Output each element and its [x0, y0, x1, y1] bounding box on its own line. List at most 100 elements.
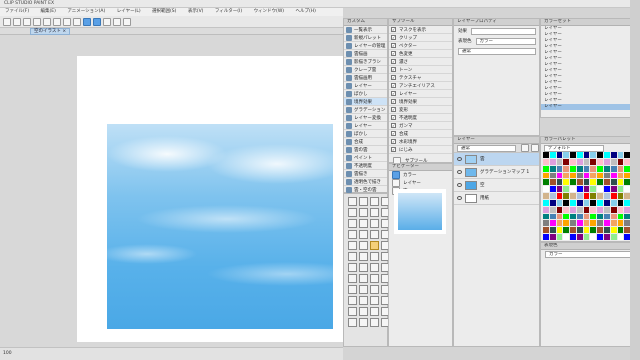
- color-swatch[interactable]: [563, 179, 570, 186]
- tool-button-icon[interactable]: [359, 307, 368, 316]
- color-swatch[interactable]: [583, 220, 590, 227]
- color-swatch[interactable]: [576, 206, 583, 213]
- color-swatch[interactable]: [597, 193, 604, 199]
- toolprop-row[interactable]: ✓ 合成: [389, 130, 452, 138]
- color-swatch[interactable]: [617, 172, 624, 179]
- snap-icon[interactable]: [113, 17, 121, 26]
- redo-button[interactable]: [43, 17, 51, 26]
- tool-button-icon[interactable]: [370, 274, 379, 283]
- subtool-item[interactable]: 雲描画用: [344, 74, 387, 82]
- menu-file[interactable]: ファイル(F): [5, 8, 29, 16]
- color-swatch[interactable]: [597, 165, 604, 172]
- subtool-item[interactable]: レイヤーの管理: [344, 42, 387, 50]
- color-swatch[interactable]: [556, 152, 563, 158]
- layer-icon[interactable]: [392, 179, 400, 187]
- color-swatch[interactable]: [583, 152, 590, 158]
- color-swatch[interactable]: [617, 199, 624, 206]
- eye-icon[interactable]: [457, 157, 462, 161]
- color-swatch[interactable]: [610, 186, 617, 193]
- checkbox[interactable]: ✓: [391, 67, 396, 72]
- color-swatch[interactable]: [617, 186, 624, 193]
- color-swatch[interactable]: [543, 179, 549, 186]
- color-swatch[interactable]: [556, 186, 563, 193]
- sky-illustration[interactable]: [107, 124, 333, 329]
- color-swatch[interactable]: [570, 220, 576, 227]
- color-swatch[interactable]: [563, 206, 570, 213]
- toolprop-row[interactable]: ✓ にじみ: [389, 146, 452, 154]
- color-swatch[interactable]: [570, 179, 576, 186]
- color-swatch[interactable]: [583, 213, 590, 220]
- color-swatch[interactable]: [597, 234, 604, 240]
- color-swatch[interactable]: [583, 227, 590, 234]
- undo-button[interactable]: [33, 17, 41, 26]
- tool-button-icon[interactable]: [359, 208, 368, 217]
- color-swatch[interactable]: [549, 220, 556, 227]
- tool-button-icon[interactable]: [370, 307, 379, 316]
- tool-button-icon[interactable]: [359, 274, 368, 283]
- color-swatch[interactable]: [549, 179, 556, 186]
- tool-button-icon[interactable]: [370, 252, 379, 261]
- color-swatch[interactable]: [604, 213, 610, 220]
- tool-button-icon[interactable]: [370, 219, 379, 228]
- menu-window[interactable]: ウィンドウ(W): [254, 8, 284, 16]
- color-swatch[interactable]: [617, 193, 624, 199]
- open-button[interactable]: [13, 17, 21, 26]
- color-swatch[interactable]: [590, 206, 597, 213]
- color-swatch[interactable]: [576, 199, 583, 206]
- color-swatch[interactable]: [543, 199, 549, 206]
- save-button[interactable]: [23, 17, 31, 26]
- color-swatch[interactable]: [543, 165, 549, 172]
- menu-view[interactable]: 表示(V): [188, 8, 204, 16]
- color-swatch[interactable]: [583, 206, 590, 213]
- subtool-item[interactable]: ぼかし: [344, 130, 387, 138]
- tool-button-icon[interactable]: [370, 263, 379, 272]
- tool-button-icon[interactable]: [370, 296, 379, 305]
- checkbox[interactable]: ✓: [391, 115, 396, 120]
- color-swatch[interactable]: [590, 193, 597, 199]
- clip-icon[interactable]: [531, 144, 539, 152]
- subtool-item[interactable]: ペイント: [344, 154, 387, 162]
- color-swatch[interactable]: [543, 220, 549, 227]
- color-swatch[interactable]: [610, 179, 617, 186]
- toolprop-row[interactable]: ✓ トーン: [389, 66, 452, 74]
- color-swatch[interactable]: [543, 213, 549, 220]
- ruler-icon[interactable]: [103, 17, 111, 26]
- color-swatch[interactable]: [576, 179, 583, 186]
- color-swatch[interactable]: [617, 227, 624, 234]
- tool-button-icon[interactable]: [370, 197, 379, 206]
- menu-edit[interactable]: 編集(E): [41, 8, 56, 16]
- color-swatch[interactable]: [604, 165, 610, 172]
- toolprop-row[interactable]: ✓ ベクター: [389, 42, 452, 50]
- color-swatch[interactable]: [597, 152, 604, 158]
- color-swatch[interactable]: [549, 152, 556, 158]
- color-swatch[interactable]: [543, 234, 549, 240]
- color-swatch[interactable]: [556, 172, 563, 179]
- deselect-button[interactable]: [73, 17, 81, 26]
- color-swatch[interactable]: [610, 199, 617, 206]
- layer-row[interactable]: グラデーションマップ 1: [454, 166, 539, 179]
- color-swatch[interactable]: [576, 165, 583, 172]
- color-swatch[interactable]: [590, 158, 597, 165]
- color-swatch[interactable]: [576, 152, 583, 158]
- tool-button-icon[interactable]: [359, 296, 368, 305]
- color-swatch[interactable]: [563, 193, 570, 199]
- tool-button-icon[interactable]: [348, 230, 357, 239]
- tool-button-icon[interactable]: [348, 197, 357, 206]
- color-swatch[interactable]: [590, 186, 597, 193]
- subtool-item[interactable]: クレープ雲: [344, 66, 387, 74]
- color-swatch[interactable]: [570, 152, 576, 158]
- checkbox[interactable]: ✓: [391, 99, 396, 104]
- color-swatch[interactable]: [549, 193, 556, 199]
- color-swatch[interactable]: [590, 199, 597, 206]
- color-swatch[interactable]: [617, 206, 624, 213]
- color-swatch[interactable]: [576, 186, 583, 193]
- layer-row[interactable]: 雲: [454, 153, 539, 166]
- toolprop-row[interactable]: ✓ マスクを表示: [389, 26, 452, 34]
- toolprop-row[interactable]: ✓ ガンマ: [389, 122, 452, 130]
- checkbox[interactable]: ✓: [391, 59, 396, 64]
- color-swatch[interactable]: [549, 213, 556, 220]
- color-swatch[interactable]: [563, 165, 570, 172]
- color-swatch[interactable]: [597, 172, 604, 179]
- color-swatch[interactable]: [563, 186, 570, 193]
- color-swatch[interactable]: [556, 199, 563, 206]
